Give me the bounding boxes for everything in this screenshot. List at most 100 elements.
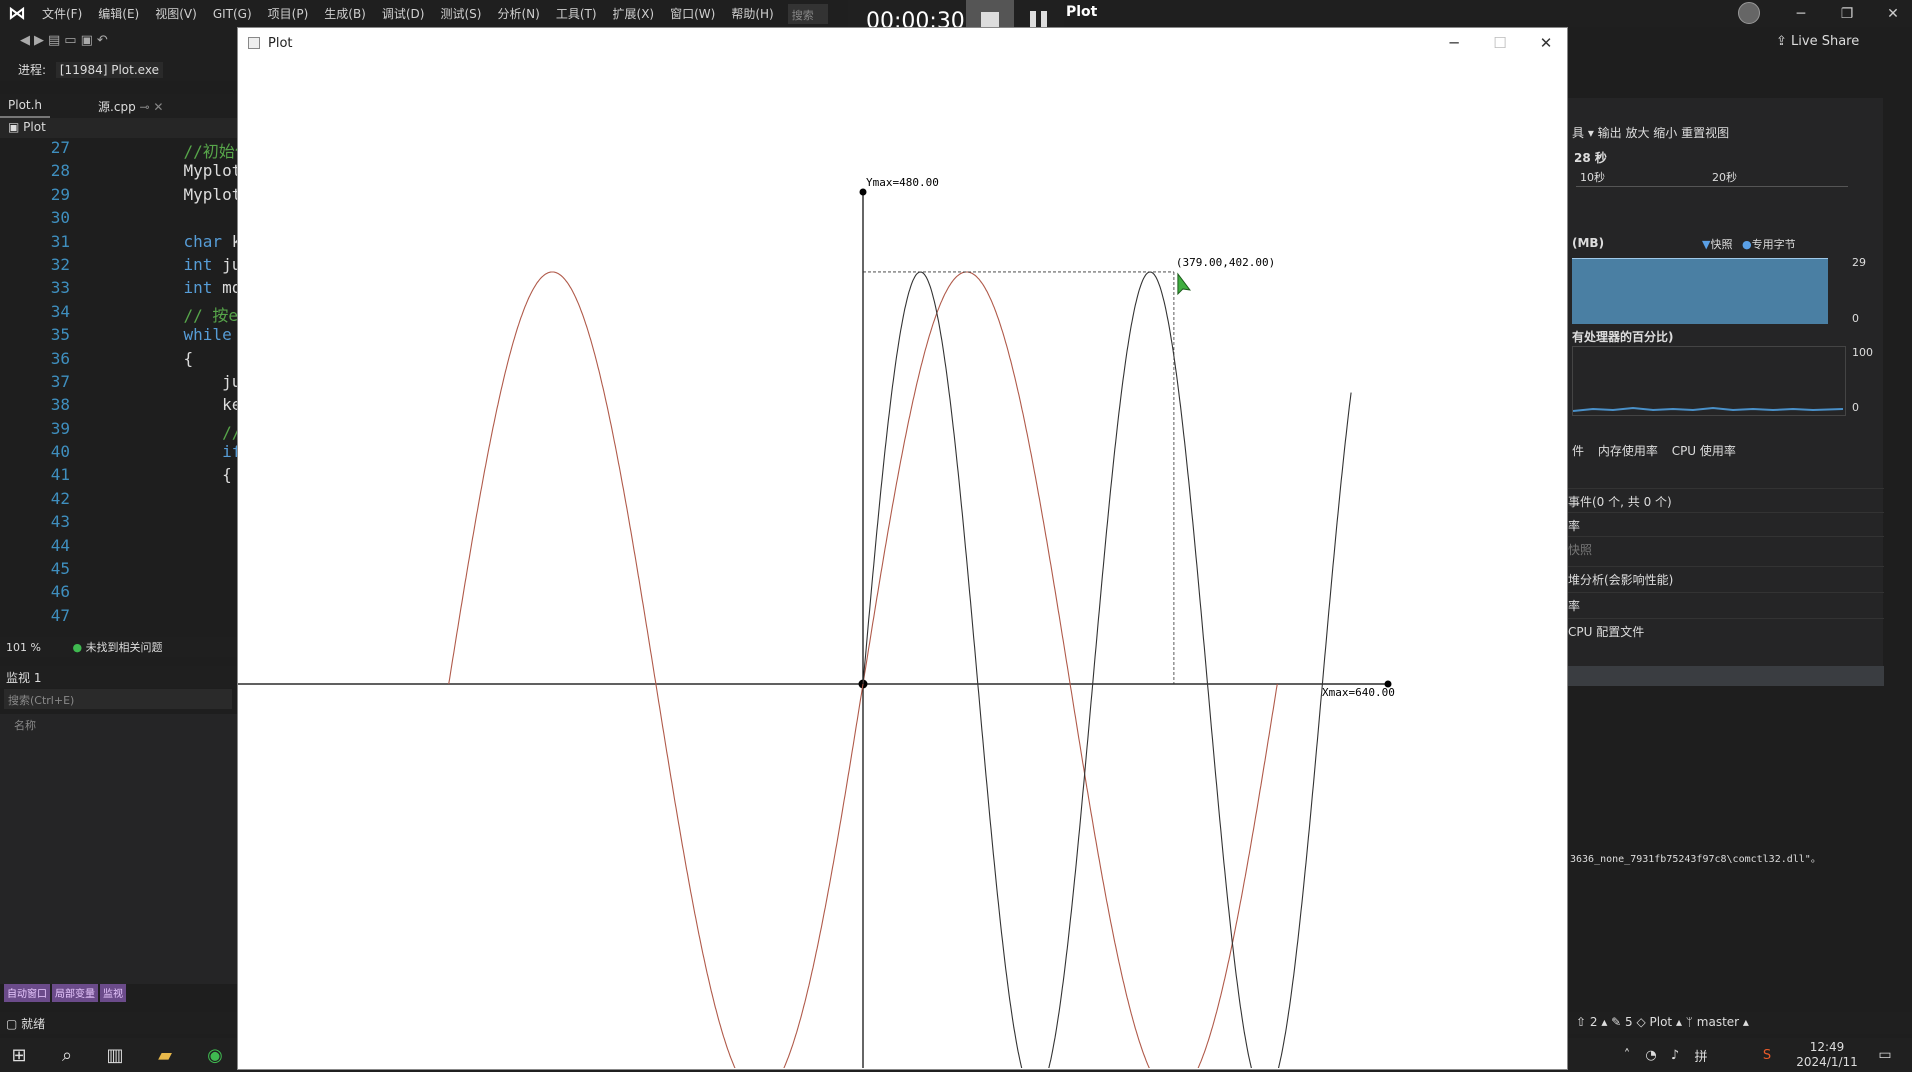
menu-project[interactable]: 项目(P) — [260, 5, 317, 22]
input-method-icon[interactable]: 拼 — [1690, 1044, 1712, 1066]
avatar[interactable] — [1738, 2, 1760, 24]
code-line[interactable]: 41 { — [0, 465, 237, 488]
code-line[interactable]: 47 // — [0, 606, 237, 629]
diagnostic-toolbar[interactable]: 具 ▾ 输出 放大 缩小 重置视图 — [1572, 124, 1729, 141]
tab-source-cpp[interactable]: 源.cpp ⊸ ✕ — [90, 94, 171, 118]
search-input[interactable]: 搜索 — [787, 3, 828, 24]
tab-events[interactable]: 件 — [1572, 444, 1584, 458]
plot-titlebar[interactable]: Plot ─ ☐ ✕ — [238, 28, 1567, 58]
line-number: 39 — [50, 418, 70, 438]
pin-icon[interactable]: ⊸ — [140, 100, 150, 114]
line-number: 36 — [50, 348, 70, 368]
tab-autos[interactable]: 自动窗口 — [4, 984, 50, 1002]
code-line[interactable]: 27 //初始化画 — [0, 138, 237, 161]
forward-icon[interactable]: ▶ — [34, 33, 48, 48]
plot-canvas[interactable]: Ymax=480.00 Xmax=640.00 (379.00,402.00) — [238, 58, 1567, 1068]
snapshot-row[interactable]: 快照 — [1566, 536, 1884, 560]
volume-icon[interactable]: ♪ — [1664, 1044, 1686, 1066]
code-text: Myplot::ir — [145, 161, 237, 180]
menu-file[interactable]: 文件(F) — [34, 5, 90, 22]
code-line[interactable]: 38 key = — [0, 395, 237, 418]
app-icon[interactable]: ◉ — [204, 1044, 226, 1066]
close-tab-icon[interactable]: ✕ — [153, 100, 163, 114]
live-share-button[interactable]: ⇪ Live Share — [1776, 34, 1859, 49]
taskbar-clock[interactable]: 12:49 2024/1/11 — [1792, 1040, 1862, 1070]
code-token: if — [222, 442, 237, 462]
menu-debug[interactable]: 调试(D) — [374, 5, 433, 22]
tab-watch[interactable]: 监视 — [100, 984, 126, 1002]
menu-analyze[interactable]: 分析(N) — [489, 5, 547, 22]
windows-start-icon[interactable]: ⊞ — [8, 1044, 30, 1066]
code-line[interactable]: 35 while ( ke — [0, 325, 237, 348]
scope-selector[interactable]: ▣ Plot — [0, 118, 237, 138]
watch-search-input[interactable]: 搜索(Ctrl+E) — [4, 689, 232, 709]
cpu-rate-row[interactable]: 率 — [1566, 592, 1884, 616]
menu-test[interactable]: 测试(S) — [432, 5, 489, 22]
output-panel[interactable] — [1566, 686, 1884, 986]
undo-icon[interactable]: ↶ — [97, 33, 112, 48]
visual-studio-logo-icon[interactable]: ⋈ — [0, 0, 34, 27]
process-value[interactable]: [11984] Plot.exe — [55, 62, 163, 78]
code-line[interactable]: 44 My — [0, 536, 237, 559]
plot-minimize-icon[interactable]: ─ — [1431, 28, 1477, 58]
code-line[interactable]: 33 int mouse — [0, 278, 237, 301]
code-line[interactable]: 40 if ( — [0, 442, 237, 465]
menu-git[interactable]: GIT(G) — [205, 7, 260, 21]
cpu-profile-row[interactable]: CPU 配置文件 — [1566, 618, 1884, 642]
network-icon[interactable]: ◔ — [1640, 1044, 1662, 1066]
tab-plot-h[interactable]: Plot.h — [0, 94, 51, 118]
code-line[interactable]: 46 My — [0, 582, 237, 605]
code-line[interactable]: 39 //得到 — [0, 419, 237, 442]
menu-window[interactable]: 窗口(W) — [662, 5, 723, 22]
code-line[interactable]: 37 ju = M — [0, 372, 237, 395]
legend-private-bytes: 专用字节 — [1751, 238, 1796, 251]
tab-cpu-usage[interactable]: CPU 使用率 — [1672, 444, 1736, 458]
memory-rate-row[interactable]: 率 — [1566, 512, 1884, 536]
file-explorer-icon[interactable]: ▰ — [154, 1044, 176, 1066]
menu-build[interactable]: 生成(B) — [316, 5, 374, 22]
tab-locals[interactable]: 局部变量 — [52, 984, 98, 1002]
cpu-usage-graph[interactable] — [1572, 346, 1846, 416]
code-line[interactable]: 29 Myplot::pl — [0, 185, 237, 208]
new-icon[interactable]: ▤ — [48, 33, 64, 48]
tray-chevron-icon[interactable]: ˄ — [1616, 1044, 1638, 1066]
events-row[interactable]: 事件(0 个, 共 0 个) — [1566, 488, 1884, 512]
search-icon[interactable]: ⌕ — [56, 1044, 78, 1066]
memory-usage-graph[interactable] — [1572, 258, 1828, 324]
tab-memory-usage[interactable]: 内存使用率 — [1598, 444, 1658, 458]
plot-close-icon[interactable]: ✕ — [1523, 28, 1569, 58]
minimize-icon[interactable]: ─ — [1778, 0, 1824, 27]
menu-help[interactable]: 帮助(H) — [723, 5, 781, 22]
close-icon[interactable]: ✕ — [1870, 0, 1912, 27]
watch-list[interactable] — [0, 734, 237, 984]
notification-icon[interactable]: ▭ — [1874, 1044, 1896, 1066]
menu-view[interactable]: 视图(V) — [147, 5, 205, 22]
open-icon[interactable]: ▭ — [64, 33, 80, 48]
menu-tools[interactable]: 工具(T) — [548, 5, 605, 22]
restore-icon[interactable]: ❐ — [1824, 0, 1870, 27]
code-token: ju = M — [222, 371, 237, 391]
zoom-level[interactable]: 101 % — [6, 641, 41, 654]
code-line[interactable]: 45 // — [0, 559, 237, 582]
tray-app-icon[interactable]: S — [1756, 1044, 1778, 1066]
menu-extensions[interactable]: 扩展(X) — [605, 5, 663, 22]
source-control-status[interactable]: ⇧ 2 ▴ ✎ 5 ◇ Plot ▴ ᛘ master ▴ — [1566, 1012, 1912, 1034]
issues-status[interactable]: 未找到相关问题 — [86, 641, 163, 654]
plot-maximize-icon[interactable]: ☐ — [1477, 28, 1523, 58]
code-line[interactable]: 42 My — [0, 489, 237, 512]
code-line[interactable]: 43 My — [0, 512, 237, 535]
code-line[interactable]: 28 Myplot::ir — [0, 161, 237, 184]
back-icon[interactable]: ◀ — [20, 33, 34, 48]
code-line[interactable]: 30 — [0, 208, 237, 231]
code-line[interactable]: 31 char key = — [0, 232, 237, 255]
code-line[interactable]: 32 int ju = 0 — [0, 255, 237, 278]
code-editor[interactable]: 27 //初始化画28 Myplot::ir29 Myplot::pl3031 … — [0, 138, 237, 638]
code-line[interactable]: 34 // 按esc — [0, 302, 237, 325]
task-view-icon[interactable]: ▥ — [104, 1044, 126, 1066]
timeline-ruler[interactable]: 10秒 20秒 — [1576, 167, 1848, 187]
heap-analysis-row[interactable]: 堆分析(会影响性能) — [1566, 566, 1884, 590]
code-line[interactable]: 36 { — [0, 349, 237, 372]
menu-edit[interactable]: 编辑(E) — [90, 5, 147, 22]
save-icon[interactable]: ▣ — [81, 33, 97, 48]
